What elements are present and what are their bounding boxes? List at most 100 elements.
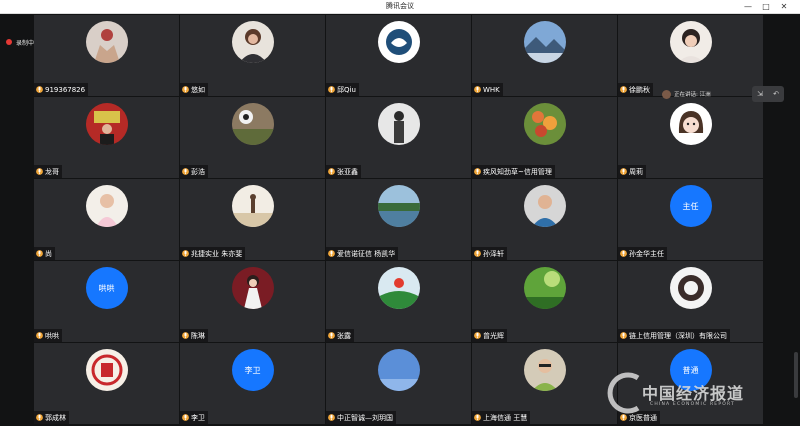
- participant-tile[interactable]: 疾风知劲草~信用管理: [472, 97, 617, 178]
- photo-woman-red: [231, 267, 274, 309]
- nameplate: 爱信诺征信 杨凯华: [326, 247, 399, 260]
- maximize-button[interactable]: □: [758, 0, 774, 14]
- participant-tile[interactable]: 龙哥: [34, 97, 179, 178]
- participant-name: 上海信通 王慧: [483, 413, 528, 422]
- nameplate: 周莉: [618, 165, 646, 178]
- participant-tile[interactable]: 曾光辉: [472, 261, 617, 342]
- minimize-button[interactable]: —: [740, 0, 756, 14]
- participant-avatar: [669, 21, 712, 63]
- mic-icon[interactable]: [182, 331, 189, 340]
- participant-tile[interactable]: WHK: [472, 15, 617, 96]
- photo-lake: [377, 185, 420, 227]
- participant-tile[interactable]: 李卫 李卫: [180, 343, 325, 424]
- participant-tile[interactable]: 张亚鑫: [326, 97, 471, 178]
- participant-tile[interactable]: 孙泽轩: [472, 179, 617, 260]
- mic-icon[interactable]: [36, 413, 43, 422]
- participant-tile[interactable]: 郭成林: [34, 343, 179, 424]
- mic-icon[interactable]: [36, 331, 43, 340]
- participant-tile[interactable]: 哄哄 哄哄: [34, 261, 179, 342]
- title-bar: 腾讯会议 — □ ✕: [0, 0, 800, 14]
- photo-child: [85, 185, 128, 227]
- mic-icon[interactable]: [182, 413, 189, 422]
- nameplate: 郭成林: [34, 411, 69, 424]
- photo-landscape: [523, 21, 566, 63]
- watermark-emblem-icon: [607, 372, 640, 414]
- speaker-indicator: 正在讲话: 江洲: [662, 86, 711, 102]
- participant-grid: 919367826 悠如 邱Qiu WHK 徐鹏秋龙哥 彭浩 张亚鑫 疾风知劲草~信用管理 周莉…: [34, 15, 764, 426]
- participant-tile[interactable]: 彭浩: [180, 97, 325, 178]
- nameplate: 919367826: [34, 83, 89, 96]
- nameplate: WHK: [472, 83, 503, 96]
- mic-icon[interactable]: [182, 85, 189, 94]
- mic-icon[interactable]: [182, 167, 189, 176]
- mic-icon[interactable]: [36, 249, 43, 258]
- collapse-icon[interactable]: ↶: [773, 90, 779, 98]
- watermark-subtext: CHINA ECONOMIC REPORT: [650, 402, 735, 407]
- nameplate: 李卫: [180, 411, 208, 424]
- avatar-text: 李卫: [244, 365, 261, 375]
- participant-tile[interactable]: 悠如: [180, 15, 325, 96]
- participant-tile[interactable]: 张露: [326, 261, 471, 342]
- participant-tile[interactable]: 尚: [34, 179, 179, 260]
- participant-tile[interactable]: 兆捷实业 朱亦斐: [180, 179, 325, 260]
- mic-icon[interactable]: [620, 249, 627, 258]
- nameplate: 尚: [34, 247, 55, 260]
- mic-icon[interactable]: [182, 249, 189, 258]
- mic-icon[interactable]: [620, 85, 627, 94]
- photo-logo-blue: [377, 21, 420, 63]
- participant-avatar: [523, 21, 566, 63]
- participant-tile[interactable]: 爱信诺征信 杨凯华: [326, 179, 471, 260]
- mic-icon[interactable]: [36, 85, 43, 94]
- avatar-text: 哄哄: [98, 283, 115, 293]
- mic-icon[interactable]: [328, 331, 335, 340]
- mic-icon[interactable]: [474, 413, 481, 422]
- participant-name: 919367826: [45, 85, 86, 94]
- layout-icon[interactable]: ⇲: [757, 90, 763, 98]
- photo-green: [523, 267, 566, 309]
- window-title: 腾讯会议: [386, 2, 414, 10]
- recording-label: 录制中: [16, 39, 35, 47]
- mic-icon[interactable]: [474, 331, 481, 340]
- photo-company-logo: [669, 267, 712, 309]
- participant-tile[interactable]: 陈琳: [180, 261, 325, 342]
- participant-avatar: [231, 21, 274, 63]
- participant-name: 孙金华主任: [629, 249, 664, 258]
- photo-red-room: [85, 103, 128, 145]
- mic-icon[interactable]: [328, 249, 335, 258]
- participant-avatar: [85, 21, 128, 63]
- participant-avatar: [669, 267, 712, 309]
- mic-icon[interactable]: [328, 413, 335, 422]
- participant-tile[interactable]: 周莉: [618, 97, 763, 178]
- participant-name: 徐鹏秋: [629, 85, 650, 94]
- participant-name: 爱信诺征信 杨凯华: [337, 249, 396, 258]
- participant-tile[interactable]: 上海信通 王慧: [472, 343, 617, 424]
- mic-icon[interactable]: [328, 167, 335, 176]
- participant-tile[interactable]: 徐鹏秋: [618, 15, 763, 96]
- mic-icon[interactable]: [474, 167, 481, 176]
- participant-avatar: [85, 349, 128, 391]
- mic-icon[interactable]: [474, 85, 481, 94]
- mic-icon[interactable]: [474, 249, 481, 258]
- mic-icon[interactable]: [620, 167, 627, 176]
- mic-icon[interactable]: [620, 331, 627, 340]
- speaker-avatar: [662, 89, 671, 99]
- participant-name: 孙泽轩: [483, 249, 504, 258]
- participant-tile[interactable]: 主任孙金华主任: [618, 179, 763, 260]
- nameplate: 张亚鑫: [326, 165, 361, 178]
- photo-woman: [231, 21, 274, 63]
- mic-icon[interactable]: [328, 85, 335, 94]
- participant-name: WHK: [483, 85, 500, 94]
- participant-name: 张亚鑫: [337, 167, 358, 176]
- nameplate: 彭浩: [180, 165, 208, 178]
- participant-tile[interactable]: 中正智诚—刘玥国: [326, 343, 471, 424]
- participant-name: 中正智诚—刘玥国: [337, 413, 393, 422]
- participant-avatar: [669, 103, 712, 145]
- close-button[interactable]: ✕: [776, 0, 792, 14]
- view-controls[interactable]: ⇲ ↶: [752, 86, 784, 102]
- participant-tile[interactable]: 链上信用管理（深圳）有限公司: [618, 261, 763, 342]
- mic-icon[interactable]: [36, 167, 43, 176]
- participant-text-avatar: 主任: [669, 185, 712, 227]
- participant-tile[interactable]: 919367826: [34, 15, 179, 96]
- participant-tile[interactable]: 邱Qiu: [326, 15, 471, 96]
- nameplate: 上海信通 王慧: [472, 411, 531, 424]
